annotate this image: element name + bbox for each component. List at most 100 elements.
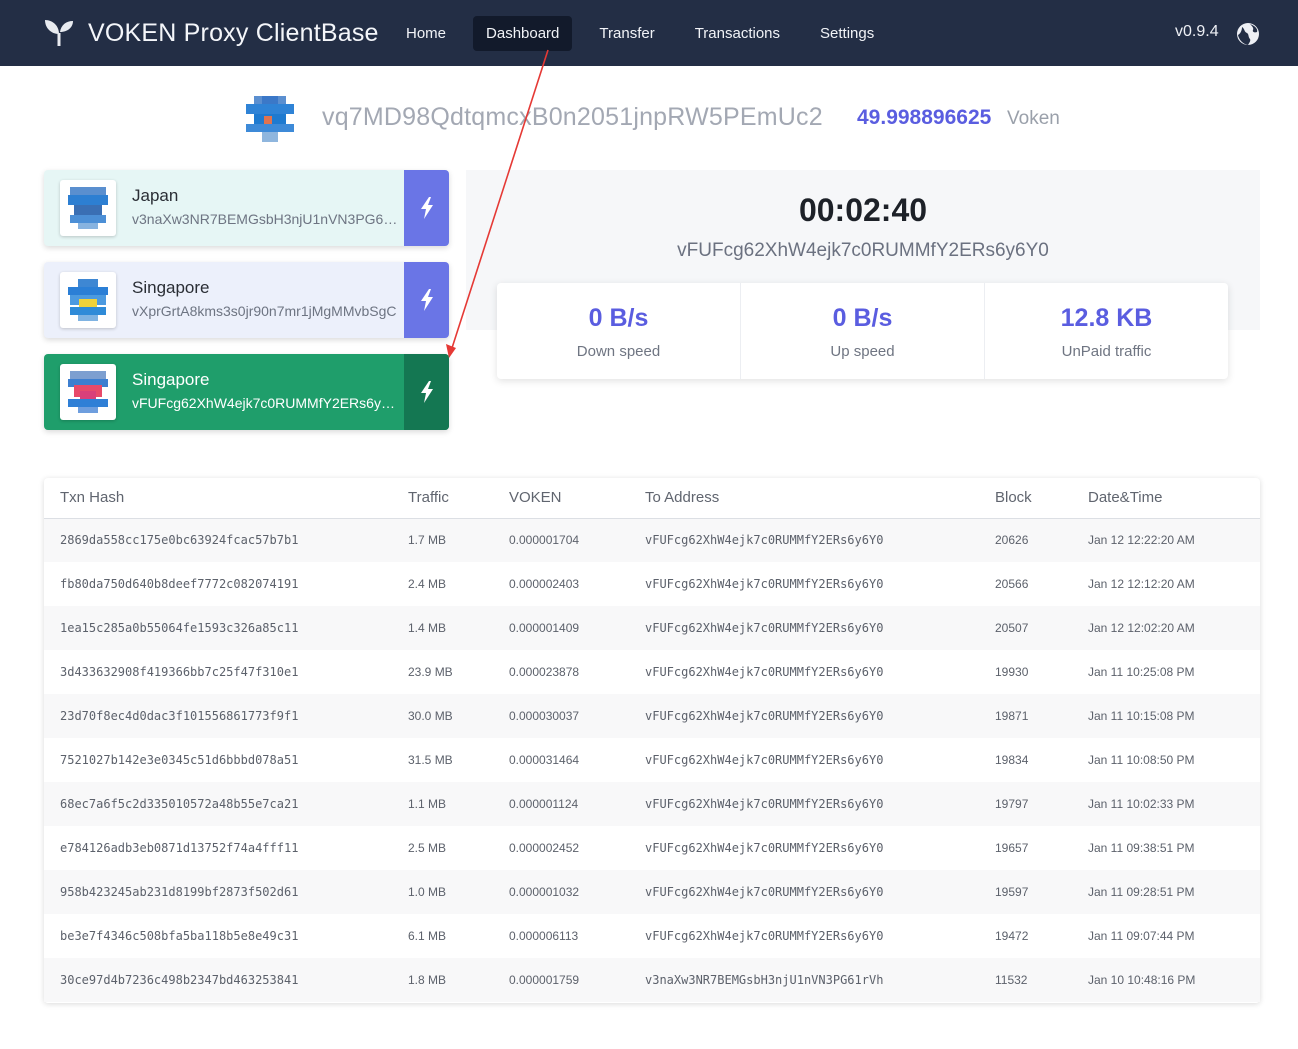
table-row[interactable]: 2869da558cc175e0bc63924fcac57b7b1 1.7 MB 0… — [44, 518, 1260, 562]
to-address-cell[interactable]: vFUFcg62XhW4ejk7c0RUMMfY2ERs6y6Y0 — [645, 562, 995, 606]
table-row[interactable]: be3e7f4346c508bfa5ba118b5e8e49c31 6.1 MB 0… — [44, 914, 1260, 958]
block-cell: 20566 — [995, 562, 1088, 606]
col-to-address: To Address — [645, 478, 995, 519]
balance-unit: Voken — [1007, 108, 1060, 129]
version-label: v0.9.4 — [1175, 23, 1219, 40]
table-row[interactable]: 23d70f8ec4d0dac3f101556861773f9f1 30.0 MB… — [44, 694, 1260, 738]
table-row[interactable]: 958b423245ab231d8199bf2873f502d61 1.0 MB 0… — [44, 870, 1260, 914]
traffic-stats: 0 B/s Down speed 0 B/s Up speed 12.8 KB … — [497, 283, 1228, 379]
to-address-cell[interactable]: vFUFcg62XhW4ejk7c0RUMMfY2ERs6y6Y0 — [645, 694, 995, 738]
nav-settings[interactable]: Settings — [807, 16, 887, 51]
table-row[interactable]: fb80da750d640b8deef7772c082074191 2.4 MB 0… — [44, 562, 1260, 606]
app-title: VOKEN Proxy ClientBase — [88, 18, 379, 47]
node-card-japan[interactable]: Japan v3naXw3NR7BEMGsbH3njU1nVN3PG61rVh — [44, 170, 449, 246]
globe-icon[interactable] — [1236, 22, 1260, 46]
transactions-table-card: Txn Hash Traffic VOKEN To Address Block … — [44, 478, 1260, 1003]
block-cell: 11532 — [995, 958, 1088, 1002]
node-name: Japan — [132, 186, 179, 205]
txn-hash-cell[interactable]: 7521027b142e3e0345c51d6bbbd078a51 — [44, 738, 408, 782]
txn-hash-cell[interactable]: 2869da558cc175e0bc63924fcac57b7b1 — [44, 518, 408, 562]
node-address: vXprGrtA8kms3s0jr90n7mr1jMgMMvbSgC — [132, 303, 397, 319]
datetime-cell: Jan 10 10:48:16 PM — [1088, 958, 1260, 1002]
voken-cell: 0.000030037 — [509, 694, 645, 738]
txn-hash-cell[interactable]: e784126adb3eb0871d13752f74a4fff11 — [44, 826, 408, 870]
nav-transactions[interactable]: Transactions — [682, 16, 793, 51]
to-address-cell[interactable]: vFUFcg62XhW4ejk7c0RUMMfY2ERs6y6Y0 — [645, 870, 995, 914]
to-address-cell[interactable]: vFUFcg62XhW4ejk7c0RUMMfY2ERs6y6Y0 — [645, 650, 995, 694]
block-cell: 19597 — [995, 870, 1088, 914]
traffic-cell: 6.1 MB — [408, 914, 509, 958]
traffic-cell: 31.5 MB — [408, 738, 509, 782]
datetime-cell: Jan 11 10:08:50 PM — [1088, 738, 1260, 782]
connected-node-address: vFUFcg62XhW4ejk7c0RUMMfY2ERs6y6Y0 — [677, 240, 1049, 261]
node-address: v3naXw3NR7BEMGsbH3njU1nVN3PG61rVh — [132, 211, 402, 227]
node-address: vFUFcg62XhW4ejk7c0RUMMfY2ERs6y6Y0 — [132, 395, 402, 411]
node-identicon — [60, 364, 116, 420]
account-balance: 49.998896625 — [857, 106, 992, 129]
stat-down-speed: 0 B/s Down speed — [497, 283, 741, 379]
table-row[interactable]: 7521027b142e3e0345c51d6bbbd078a51 31.5 MB… — [44, 738, 1260, 782]
top-navbar: VOKEN Proxy ClientBase Home Dashboard Tr… — [0, 0, 1298, 66]
block-cell: 19834 — [995, 738, 1088, 782]
to-address-cell[interactable]: vFUFcg62XhW4ejk7c0RUMMfY2ERs6y6Y0 — [645, 738, 995, 782]
col-txn-hash: Txn Hash — [44, 478, 408, 519]
table-row[interactable]: 1ea15c285a0b55064fe1593c326a85c11 1.4 MB 0… — [44, 606, 1260, 650]
stat-value: 0 B/s — [832, 304, 893, 332]
voken-cell: 0.000002452 — [509, 826, 645, 870]
to-address-cell[interactable]: vFUFcg62XhW4ejk7c0RUMMfY2ERs6y6Y0 — [645, 606, 995, 650]
nav-transfer[interactable]: Transfer — [586, 16, 667, 51]
voken-cell: 0.000001032 — [509, 870, 645, 914]
to-address-cell[interactable]: vFUFcg62XhW4ejk7c0RUMMfY2ERs6y6Y0 — [645, 914, 995, 958]
datetime-cell: Jan 11 09:07:44 PM — [1088, 914, 1260, 958]
connect-button[interactable] — [404, 262, 449, 338]
traffic-cell: 1.4 MB — [408, 606, 509, 650]
table-row[interactable]: 30ce97d4b7236c498b2347bd463253841 1.8 MB 0… — [44, 958, 1260, 1002]
datetime-cell: Jan 11 10:25:08 PM — [1088, 650, 1260, 694]
voken-cell: 0.000001409 — [509, 606, 645, 650]
to-address-cell[interactable]: vFUFcg62XhW4ejk7c0RUMMfY2ERs6y6Y0 — [645, 782, 995, 826]
node-identicon — [60, 272, 116, 328]
to-address-cell[interactable]: vFUFcg62XhW4ejk7c0RUMMfY2ERs6y6Y0 — [645, 826, 995, 870]
block-cell: 20507 — [995, 606, 1088, 650]
datetime-cell: Jan 11 09:38:51 PM — [1088, 826, 1260, 870]
disconnect-button[interactable] — [404, 354, 449, 430]
connect-button[interactable] — [404, 170, 449, 246]
stat-up-speed: 0 B/s Up speed — [741, 283, 985, 379]
txn-hash-cell[interactable]: fb80da750d640b8deef7772c082074191 — [44, 562, 408, 606]
traffic-cell: 2.5 MB — [408, 826, 509, 870]
to-address-cell[interactable]: v3naXw3NR7BEMGsbH3njU1nVN3PG61rVh — [645, 958, 995, 1002]
stat-label: Down speed — [576, 343, 661, 360]
node-card-singapore-2-connected[interactable]: Singapore vFUFcg62XhW4ejk7c0RUMMfY2ERs6y… — [44, 354, 449, 430]
table-row[interactable]: 68ec7a6f5c2d335010572a48b55e7ca21 1.1 MB 0… — [44, 782, 1260, 826]
voken-cell: 0.000023878 — [509, 650, 645, 694]
account-identicon — [246, 94, 294, 150]
to-address-cell[interactable]: vFUFcg62XhW4ejk7c0RUMMfY2ERs6y6Y0 — [645, 518, 995, 562]
account-address: vq7MD98QdtqmcxB0n2051jnpRW5PEmUc2 — [322, 103, 823, 131]
txn-hash-cell[interactable]: 23d70f8ec4d0dac3f101556861773f9f1 — [44, 694, 408, 738]
txn-hash-cell[interactable]: 958b423245ab231d8199bf2873f502d61 — [44, 870, 408, 914]
node-card-singapore-1[interactable]: Singapore vXprGrtA8kms3s0jr90n7mr1jMgMMv… — [44, 262, 449, 338]
voken-cell: 0.000001704 — [509, 518, 645, 562]
txn-hash-cell[interactable]: 68ec7a6f5c2d335010572a48b55e7ca21 — [44, 782, 408, 826]
txn-hash-cell[interactable]: 1ea15c285a0b55064fe1593c326a85c11 — [44, 606, 408, 650]
connection-timer: 00:02:40 — [798, 192, 928, 228]
block-cell: 20626 — [995, 518, 1088, 562]
traffic-cell: 23.9 MB — [408, 650, 509, 694]
voken-cell: 0.000001759 — [509, 958, 645, 1002]
brand[interactable]: VOKEN Proxy ClientBase — [42, 0, 379, 66]
voken-cell: 0.000001124 — [509, 782, 645, 826]
nav-home[interactable]: Home — [393, 16, 459, 51]
txn-hash-cell[interactable]: 30ce97d4b7236c498b2347bd463253841 — [44, 958, 408, 1002]
table-row[interactable]: e784126adb3eb0871d13752f74a4fff11 2.5 MB 0… — [44, 826, 1260, 870]
bolt-icon — [420, 289, 433, 311]
nav-dashboard[interactable]: Dashboard — [473, 16, 573, 51]
txn-hash-cell[interactable]: be3e7f4346c508bfa5ba118b5e8e49c31 — [44, 914, 408, 958]
col-traffic: Traffic — [408, 478, 509, 519]
table-row[interactable]: 3d433632908f419366bb7c25f47f310e1 23.9 MB… — [44, 650, 1260, 694]
traffic-cell: 1.0 MB — [408, 870, 509, 914]
txn-hash-cell[interactable]: 3d433632908f419366bb7c25f47f310e1 — [44, 650, 408, 694]
table-header-row: Txn Hash Traffic VOKEN To Address Block … — [44, 478, 1260, 519]
datetime-cell: Jan 12 12:02:20 AM — [1088, 606, 1260, 650]
bolt-icon — [420, 197, 433, 219]
leaf-logo-icon — [45, 20, 73, 46]
